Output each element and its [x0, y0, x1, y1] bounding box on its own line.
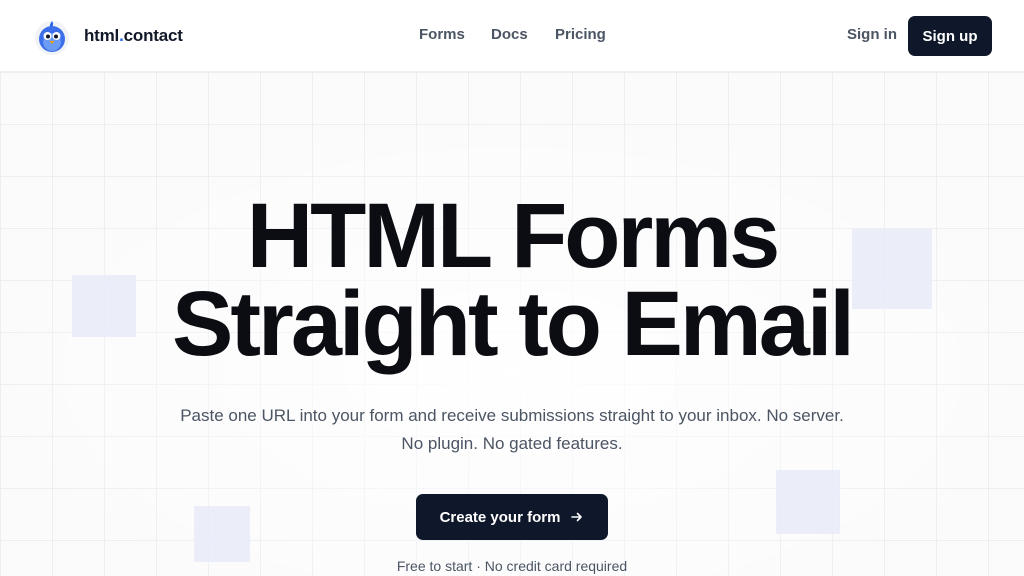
sign-in-link[interactable]: Sign in [847, 26, 897, 43]
sign-up-button[interactable]: Sign up [908, 16, 992, 56]
landing-page: html. contact Forms Docs Pricing Sign in … [0, 0, 1024, 576]
hero-headline-line1: HTML Forms [246, 185, 781, 287]
nav-forms-link[interactable]: Forms [419, 26, 465, 43]
hero-subtitle: Paste one URL into your form and receive… [180, 406, 844, 453]
arrow-right-icon [571, 512, 583, 522]
decorative-square [194, 506, 250, 562]
bird-logo-icon [35, 21, 69, 55]
brand-name: html. contact [84, 26, 183, 45]
nav-docs-link[interactable]: Docs [491, 26, 528, 43]
create-form-button[interactable]: Create your form [416, 494, 608, 540]
hero-headline: HTML Forms Straight to Email [0, 185, 1024, 375]
hero-note: Free to start · No credit card required [396, 558, 628, 574]
hero-headline-line2: Straight to Email [172, 273, 855, 375]
nav-pricing-link[interactable]: Pricing [555, 26, 606, 43]
create-form-label: Create your form [439, 508, 561, 526]
decorative-square [776, 470, 840, 534]
site-header: html. contact Forms Docs Pricing Sign in … [0, 0, 1024, 72]
logo-link[interactable]: html. contact [30, 14, 183, 58]
